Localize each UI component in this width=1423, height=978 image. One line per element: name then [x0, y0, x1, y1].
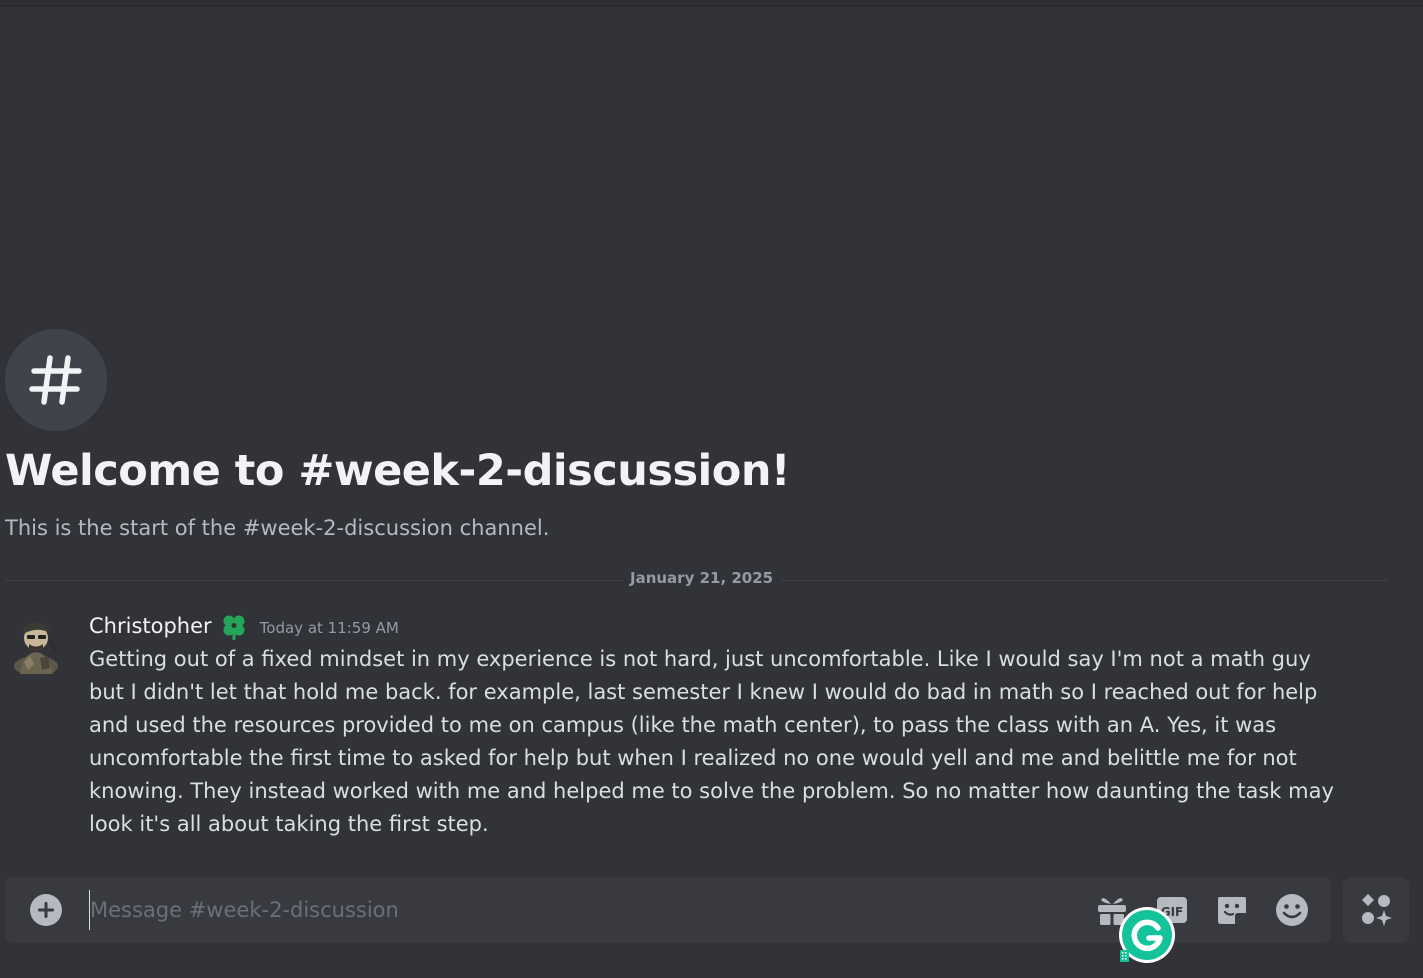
- grammarly-icon[interactable]: [1118, 906, 1176, 964]
- sticker-icon[interactable]: [1214, 892, 1250, 928]
- emoji-icon[interactable]: [1274, 892, 1310, 928]
- top-border: [0, 0, 1423, 7]
- plus-circle-icon[interactable]: [29, 893, 63, 927]
- welcome-title: Welcome to #week-2-discussion!: [5, 446, 791, 496]
- date-divider-label: January 21, 2025: [622, 569, 782, 587]
- hash-icon: [29, 355, 82, 405]
- avatar[interactable]: [10, 616, 62, 676]
- apps-icon[interactable]: [1343, 877, 1409, 943]
- username[interactable]: Christopher: [89, 614, 212, 638]
- message-header: Christopher Today at 11:59 AM: [89, 612, 399, 640]
- clover-icon[interactable]: [220, 612, 248, 640]
- message-timestamp[interactable]: Today at 11:59 AM: [260, 615, 399, 637]
- message-input[interactable]: [89, 890, 1050, 930]
- message-content: Getting out of a fixed mindset in my exp…: [89, 647, 1334, 836]
- welcome-subtitle: This is the start of the #week-2-discuss…: [5, 516, 550, 540]
- chat-view: Welcome to #week-2-discussion! This is t…: [0, 0, 1423, 978]
- channel-hash-icon: [5, 329, 107, 431]
